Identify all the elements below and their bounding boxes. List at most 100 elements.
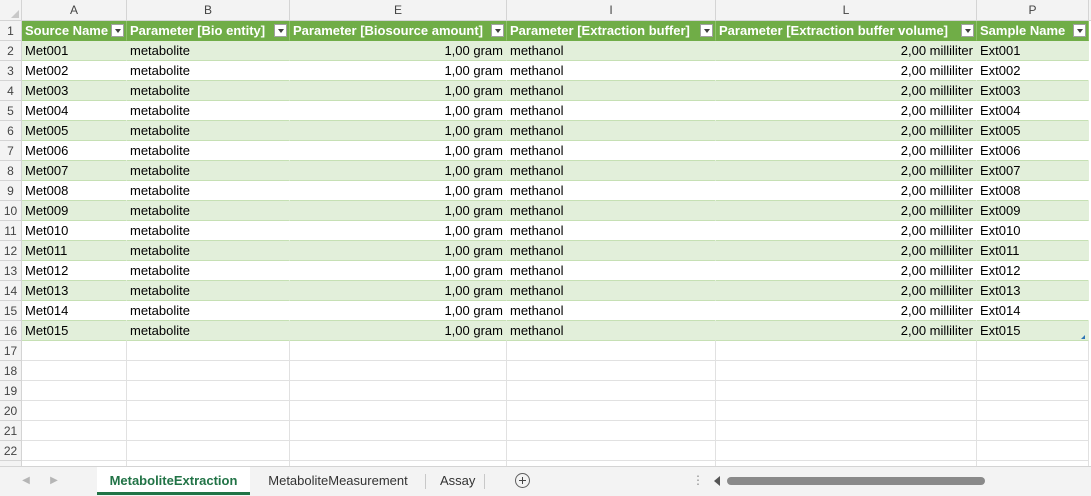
table-cell[interactable]: 2,00 milliliter: [716, 241, 977, 261]
table-cell[interactable]: Ext005: [977, 121, 1089, 141]
table-cell[interactable]: metabolite: [127, 81, 290, 101]
table-cell[interactable]: metabolite: [127, 61, 290, 81]
table-cell[interactable]: metabolite: [127, 161, 290, 181]
table-cell[interactable]: 2,00 milliliter: [716, 261, 977, 281]
empty-cell[interactable]: [977, 441, 1089, 461]
column-header-b[interactable]: B: [127, 0, 290, 20]
filter-dropdown-icon[interactable]: [274, 24, 287, 37]
empty-cell[interactable]: [22, 381, 127, 401]
table-cell[interactable]: 1,00 gram: [290, 61, 507, 81]
table-cell[interactable]: 1,00 gram: [290, 121, 507, 141]
empty-cell[interactable]: [290, 421, 507, 441]
table-cell[interactable]: 1,00 gram: [290, 281, 507, 301]
table-cell[interactable]: metabolite: [127, 221, 290, 241]
table-cell[interactable]: 2,00 milliliter: [716, 81, 977, 101]
table-cell[interactable]: Ext001: [977, 41, 1089, 61]
column-header-a[interactable]: A: [22, 0, 127, 20]
filter-dropdown-icon[interactable]: [961, 24, 974, 37]
column-header-e[interactable]: E: [290, 0, 507, 20]
row-number[interactable]: 8: [0, 161, 22, 181]
row-number[interactable]: 12: [0, 241, 22, 261]
table-cell[interactable]: Met001: [22, 41, 127, 61]
table-cell[interactable]: methanol: [507, 261, 716, 281]
table-cell[interactable]: Ext008: [977, 181, 1089, 201]
table-cell[interactable]: methanol: [507, 121, 716, 141]
table-cell[interactable]: Met011: [22, 241, 127, 261]
table-header-cell[interactable]: Parameter [Extraction buffer]: [507, 21, 716, 41]
row-number[interactable]: 17: [0, 341, 22, 361]
table-cell[interactable]: 1,00 gram: [290, 181, 507, 201]
table-cell[interactable]: Met008: [22, 181, 127, 201]
table-cell[interactable]: 2,00 milliliter: [716, 321, 977, 341]
table-cell[interactable]: metabolite: [127, 141, 290, 161]
empty-cell[interactable]: [977, 341, 1089, 361]
table-cell[interactable]: Met003: [22, 81, 127, 101]
table-cell[interactable]: 2,00 milliliter: [716, 161, 977, 181]
row-number[interactable]: 6: [0, 121, 22, 141]
empty-cell[interactable]: [977, 421, 1089, 441]
empty-cell[interactable]: [290, 401, 507, 421]
filter-dropdown-icon[interactable]: [700, 24, 713, 37]
table-cell[interactable]: 1,00 gram: [290, 141, 507, 161]
table-cell[interactable]: metabolite: [127, 101, 290, 121]
tab-assay[interactable]: Assay: [428, 467, 482, 495]
table-cell[interactable]: Ext004: [977, 101, 1089, 121]
table-cell[interactable]: methanol: [507, 101, 716, 121]
row-number[interactable]: 19: [0, 381, 22, 401]
empty-cell[interactable]: [507, 381, 716, 401]
table-cell[interactable]: metabolite: [127, 241, 290, 261]
empty-cell[interactable]: [22, 361, 127, 381]
row-number[interactable]: 15: [0, 301, 22, 321]
empty-cell[interactable]: [127, 441, 290, 461]
row-number[interactable]: 21: [0, 421, 22, 441]
table-cell[interactable]: Ext011: [977, 241, 1089, 261]
tab-metabolite-extraction[interactable]: MetaboliteExtraction: [97, 467, 250, 495]
table-cell[interactable]: 2,00 milliliter: [716, 121, 977, 141]
table-cell[interactable]: methanol: [507, 221, 716, 241]
column-header-i[interactable]: I: [507, 0, 716, 20]
filter-dropdown-icon[interactable]: [491, 24, 504, 37]
table-cell[interactable]: Met014: [22, 301, 127, 321]
table-cell[interactable]: methanol: [507, 321, 716, 341]
row-number[interactable]: 9: [0, 181, 22, 201]
table-cell[interactable]: 2,00 milliliter: [716, 181, 977, 201]
table-cell[interactable]: Met004: [22, 101, 127, 121]
table-cell[interactable]: 1,00 gram: [290, 201, 507, 221]
table-cell[interactable]: Met005: [22, 121, 127, 141]
column-header-p[interactable]: P: [977, 0, 1089, 20]
empty-cell[interactable]: [716, 441, 977, 461]
empty-cell[interactable]: [290, 381, 507, 401]
table-cell[interactable]: 1,00 gram: [290, 261, 507, 281]
table-cell[interactable]: 1,00 gram: [290, 81, 507, 101]
row-number[interactable]: 11: [0, 221, 22, 241]
table-cell[interactable]: Ext010: [977, 221, 1089, 241]
table-cell[interactable]: methanol: [507, 301, 716, 321]
table-cell[interactable]: methanol: [507, 181, 716, 201]
table-cell[interactable]: 2,00 milliliter: [716, 221, 977, 241]
table-cell[interactable]: metabolite: [127, 201, 290, 221]
table-cell[interactable]: Met009: [22, 201, 127, 221]
table-header-cell[interactable]: Source Name: [22, 21, 127, 41]
filter-dropdown-icon[interactable]: [111, 24, 124, 37]
row-number[interactable]: 7: [0, 141, 22, 161]
row-number[interactable]: 3: [0, 61, 22, 81]
empty-cell[interactable]: [22, 401, 127, 421]
table-resize-handle[interactable]: [1081, 335, 1085, 339]
table-cell[interactable]: 2,00 milliliter: [716, 101, 977, 121]
empty-cell[interactable]: [507, 361, 716, 381]
add-sheet-icon[interactable]: [515, 473, 530, 488]
table-cell[interactable]: 1,00 gram: [290, 41, 507, 61]
table-header-cell[interactable]: Parameter [Biosource amount]: [290, 21, 507, 41]
row-number[interactable]: 2: [0, 41, 22, 61]
table-cell[interactable]: methanol: [507, 41, 716, 61]
table-cell[interactable]: methanol: [507, 161, 716, 181]
empty-cell[interactable]: [127, 381, 290, 401]
table-cell[interactable]: methanol: [507, 281, 716, 301]
table-cell[interactable]: Ext006: [977, 141, 1089, 161]
empty-cell[interactable]: [290, 341, 507, 361]
table-cell[interactable]: 1,00 gram: [290, 321, 507, 341]
table-cell[interactable]: methanol: [507, 81, 716, 101]
filter-dropdown-icon[interactable]: [1073, 24, 1086, 37]
empty-cell[interactable]: [507, 401, 716, 421]
empty-cell[interactable]: [977, 381, 1089, 401]
